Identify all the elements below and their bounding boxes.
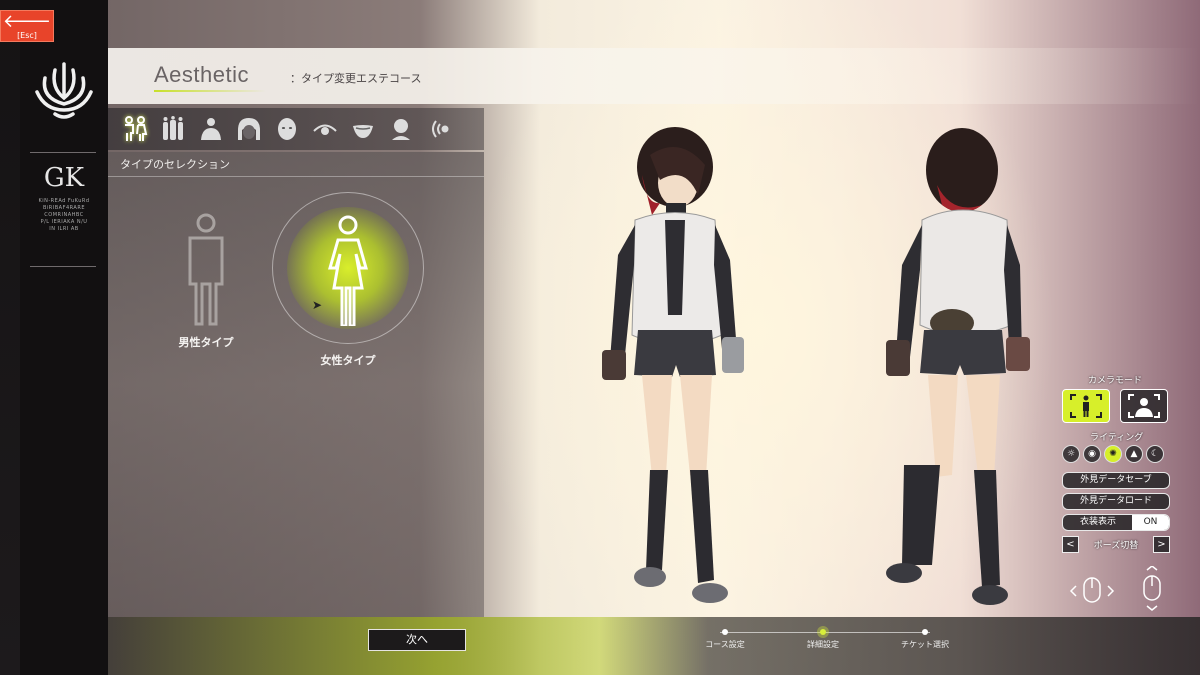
secondary-logo-mark: GK <box>43 163 85 193</box>
gender-pair-icon <box>125 116 148 141</box>
rotate-right-icon <box>1107 585 1115 597</box>
female-type-label: 女性タイプ <box>320 354 376 367</box>
mouse-cursor-icon: ➤ <box>312 298 323 312</box>
character-back-view <box>886 128 1030 605</box>
female-figure-icon <box>328 215 368 328</box>
pose-prev-button[interactable]: < <box>1062 536 1079 553</box>
step-ticket-select: チケット選択 <box>880 626 970 650</box>
zoom-out-icon <box>1146 605 1158 611</box>
lighting-label: ライティング <box>1090 433 1144 443</box>
zoom-in-icon <box>1146 566 1158 571</box>
mouse-controls-hint <box>1069 566 1161 611</box>
voice-icon <box>432 120 449 138</box>
header: Aesthetic ：タイプ変更エステコース <box>108 48 1200 104</box>
eye-icon <box>313 124 337 135</box>
tab-body-type[interactable] <box>154 110 192 148</box>
tab-voice[interactable] <box>420 110 458 148</box>
type-selection-panel: タイプのセレクション 男性タイプ 女性タイプ ➤ <box>108 152 484 617</box>
tab-accessory[interactable] <box>382 110 420 148</box>
torso-icon <box>201 118 221 140</box>
lighting-landscape-button[interactable]: ▲ <box>1125 445 1143 463</box>
tab-mouth[interactable] <box>344 110 382 148</box>
camera-mode-label: カメラモード <box>1088 376 1143 386</box>
tab-gender-pair[interactable] <box>116 110 154 148</box>
accessory-icon <box>392 119 410 140</box>
next-button[interactable]: 次へ <box>368 629 466 651</box>
tab-hair[interactable] <box>230 110 268 148</box>
secondary-logo-fine-1: KiN-REAd FuKuRd <box>38 198 90 204</box>
secondary-logo-fine-3: COMRINAHBC <box>44 212 84 218</box>
tab-face[interactable] <box>268 110 306 148</box>
hair-icon <box>238 118 260 140</box>
lighting-day-button[interactable]: ✺ <box>1104 445 1122 463</box>
step-label: 詳細設定 <box>807 640 839 649</box>
page-subtitle: ：タイプ変更エステコース <box>290 72 422 85</box>
save-appearance-button[interactable]: 外見データセーブ <box>1062 472 1170 489</box>
esc-label: [Esc] <box>17 31 37 40</box>
step-label: コース設定 <box>705 640 745 649</box>
pose-switch: < ポーズ切替 > <box>1062 536 1170 554</box>
camera-upper-body-button[interactable] <box>1120 389 1168 423</box>
female-type-option[interactable]: 女性タイプ <box>272 192 424 368</box>
section-title: タイプのセレクション <box>120 158 230 171</box>
lamp-icon: ◉ <box>1088 449 1096 459</box>
costume-display-toggle[interactable]: 衣装表示 ON <box>1062 514 1170 531</box>
game-emblem-logo <box>20 50 108 130</box>
step-course-setting: コース設定 <box>680 626 770 650</box>
sunrise-icon: ☼ <box>1066 449 1076 459</box>
costume-display-label: 衣装表示 <box>1079 517 1116 527</box>
character-front-view <box>602 127 744 603</box>
secondary-logo-fine-4: P/L IERIAKA N/U <box>40 219 88 225</box>
pose-switch-label: ポーズ切替 <box>1093 541 1139 551</box>
sun-icon: ✺ <box>1109 449 1117 459</box>
pose-next-button[interactable]: > <box>1153 536 1170 553</box>
landscape-icon: ▲ <box>1130 449 1138 459</box>
rotate-left-icon <box>1069 585 1077 597</box>
camera-full-body-button[interactable] <box>1062 389 1110 423</box>
lighting-indoor-button[interactable]: ◉ <box>1083 445 1101 463</box>
title-underline <box>154 90 266 92</box>
secondary-logo-fine-2: BiRIBAF4RARE <box>42 205 85 211</box>
male-type-label: 男性タイプ <box>178 336 234 349</box>
secondary-logo: GK KiN-REAd FuKuRd BiRIBAF4RARE COMRINAH… <box>30 158 98 258</box>
costume-display-value: ON <box>1132 515 1169 530</box>
face-icon <box>278 118 296 140</box>
lighting-sunrise-button[interactable]: ☼ <box>1062 445 1080 463</box>
upper-body-frame-icon <box>1128 394 1160 418</box>
progress-steps: コース設定 詳細設定 チケット選択 <box>680 626 980 656</box>
mouth-icon <box>353 125 373 138</box>
sidebar-divider <box>30 266 96 267</box>
male-figure-icon <box>188 213 224 326</box>
tab-torso[interactable] <box>192 110 230 148</box>
back-arrow-icon: 🡐 <box>2 11 52 32</box>
sidebar-divider <box>30 152 96 153</box>
moon-icon: ☾ <box>1150 449 1160 459</box>
page-title: Aesthetic <box>154 62 249 87</box>
load-appearance-button[interactable]: 外見データロード <box>1062 493 1170 510</box>
step-label: チケット選択 <box>901 640 949 649</box>
secondary-logo-fine-5: IN ILRI AB <box>49 226 79 232</box>
esc-back-button[interactable]: 🡐 [Esc] <box>0 10 54 42</box>
bottom-bar <box>108 617 1200 675</box>
tab-eye[interactable] <box>306 110 344 148</box>
category-tabs <box>108 108 484 150</box>
lotus-emblem-icon <box>35 62 93 119</box>
body-type-icon <box>163 116 183 140</box>
male-type-option[interactable]: 男性タイプ <box>156 210 256 350</box>
step-detail-setting: 詳細設定 <box>778 626 868 650</box>
lighting-options: ☼ ◉ ✺ ▲ ☾ <box>1062 445 1164 463</box>
section-divider <box>108 176 484 177</box>
lighting-night-button[interactable]: ☾ <box>1146 445 1164 463</box>
full-body-frame-icon <box>1070 394 1102 418</box>
